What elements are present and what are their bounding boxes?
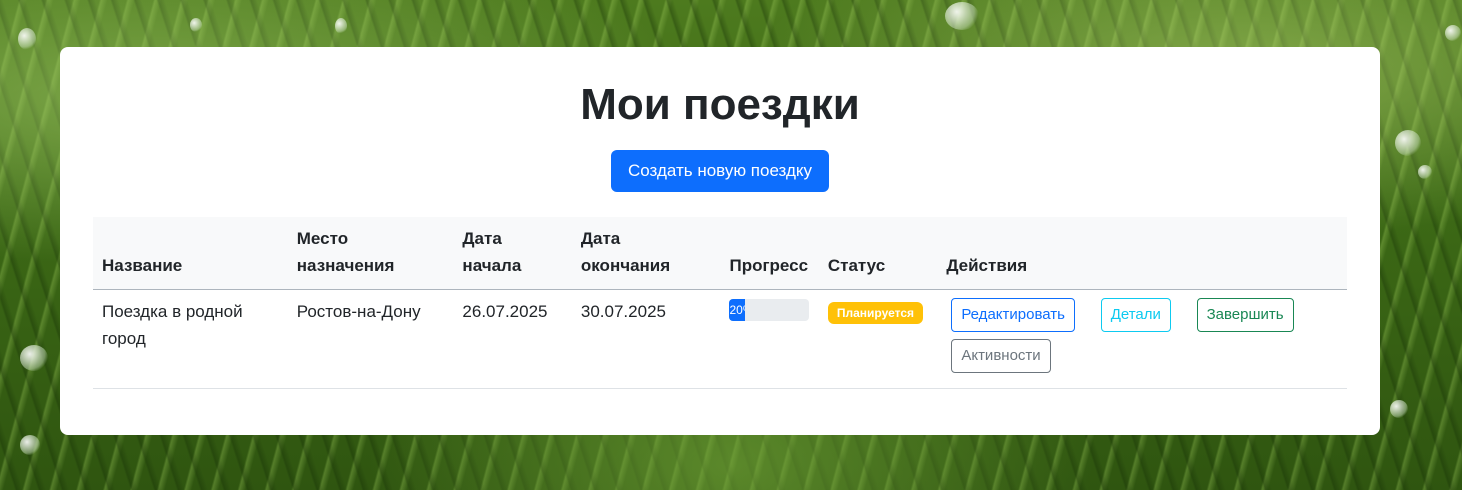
trip-actions-cell: Редактировать Детали Завершить Активност…	[937, 289, 1347, 389]
table-row: Поездка в родной город Ростов-на-Дону 26…	[93, 289, 1347, 389]
trips-card: Мои поездки Создать новую поездку Назван…	[60, 47, 1380, 435]
progress-bar-fill: 20%	[729, 299, 746, 321]
header-end-date: Дата окончания	[571, 217, 721, 290]
trip-end-date: 30.07.2025	[571, 289, 721, 389]
details-button[interactable]: Детали	[1100, 298, 1171, 332]
table-header-row: Название Место назначения Дата начала Да…	[93, 217, 1347, 290]
header-name: Название	[93, 217, 288, 290]
trip-start-date: 26.07.2025	[453, 289, 572, 389]
page-title: Мои поездки	[580, 80, 860, 129]
header-destination: Место назначения	[287, 217, 454, 290]
trip-status-cell: Планируется	[818, 289, 938, 389]
trips-table: Название Место назначения Дата начала Да…	[93, 217, 1347, 389]
complete-button[interactable]: Завершить	[1196, 298, 1294, 332]
status-badge: Планируется	[827, 302, 924, 324]
header-status: Статус	[818, 217, 938, 290]
create-trip-button[interactable]: Создать новую поездку	[611, 150, 829, 192]
header-start-date: Дата начала	[453, 217, 572, 290]
trip-name: Поездка в родной город	[93, 289, 288, 389]
trip-destination: Ростов-на-Дону	[287, 289, 454, 389]
edit-button[interactable]: Редактировать	[951, 298, 1075, 332]
header-actions: Действия	[937, 217, 1347, 290]
activities-button[interactable]: Активности	[951, 339, 1051, 373]
header-progress: Прогресс	[720, 217, 819, 290]
trip-progress-cell: 20%	[720, 289, 819, 389]
progress-bar-track: 20%	[729, 299, 810, 321]
